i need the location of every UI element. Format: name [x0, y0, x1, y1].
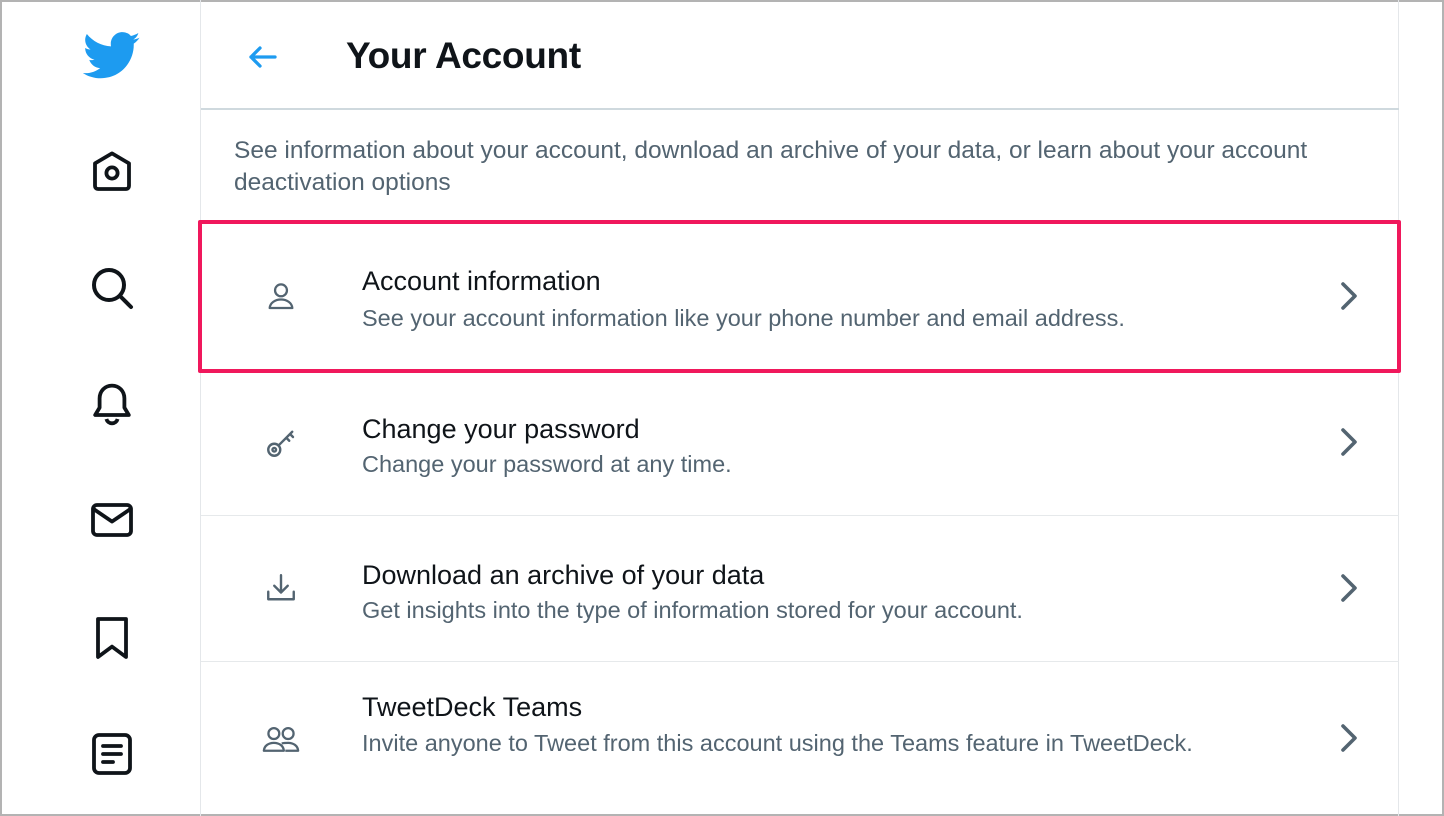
- settings-item-tweetdeck-teams[interactable]: TweetDeck Teams Invite anyone to Tweet f…: [201, 662, 1399, 816]
- key-icon: [253, 415, 309, 471]
- chevron-right-icon: [1333, 722, 1365, 754]
- people-icon: [253, 712, 309, 768]
- chevron-right-icon: [1333, 572, 1365, 604]
- bell-icon[interactable]: [82, 374, 142, 434]
- chevron-right-icon: [1333, 426, 1365, 458]
- page-header: Your Account: [201, 0, 1399, 110]
- settings-item-subtitle: Change your password at any time.: [362, 451, 732, 477]
- page-title: Your Account: [346, 35, 581, 76]
- settings-item-subtitle: Invite anyone to Tweet from this account…: [362, 730, 1193, 756]
- settings-item-subtitle: Get insights into the type of informatio…: [362, 597, 1023, 623]
- settings-item-account-information[interactable]: Account information See your account inf…: [201, 222, 1399, 370]
- main-column: Your Account See information about your …: [200, 0, 1399, 816]
- mail-icon[interactable]: [82, 490, 142, 550]
- settings-item-title: TweetDeck Teams: [362, 692, 583, 722]
- settings-item-change-password[interactable]: Change your password Change your passwor…: [201, 370, 1399, 516]
- settings-item-title: Account information: [362, 266, 601, 296]
- arrow-left-icon: [249, 46, 277, 68]
- bookmark-icon[interactable]: [82, 608, 142, 668]
- twitter-bird-icon[interactable]: [82, 26, 142, 86]
- sidebar-nav: [0, 0, 200, 816]
- search-icon[interactable]: [82, 258, 142, 318]
- list-icon[interactable]: [82, 724, 142, 784]
- back-button[interactable]: [239, 33, 287, 81]
- home-icon[interactable]: [82, 141, 142, 201]
- page-description: See information about your account, down…: [234, 137, 1308, 196]
- settings-item-subtitle: See your account information like your p…: [362, 305, 1125, 331]
- chevron-right-icon: [1333, 280, 1365, 312]
- settings-item-title: Download an archive of your data: [362, 560, 765, 590]
- download-icon: [253, 560, 309, 616]
- settings-item-title: Change your password: [362, 414, 640, 444]
- person-icon: [253, 268, 309, 324]
- settings-item-download-archive[interactable]: Download an archive of your data Get ins…: [201, 516, 1399, 662]
